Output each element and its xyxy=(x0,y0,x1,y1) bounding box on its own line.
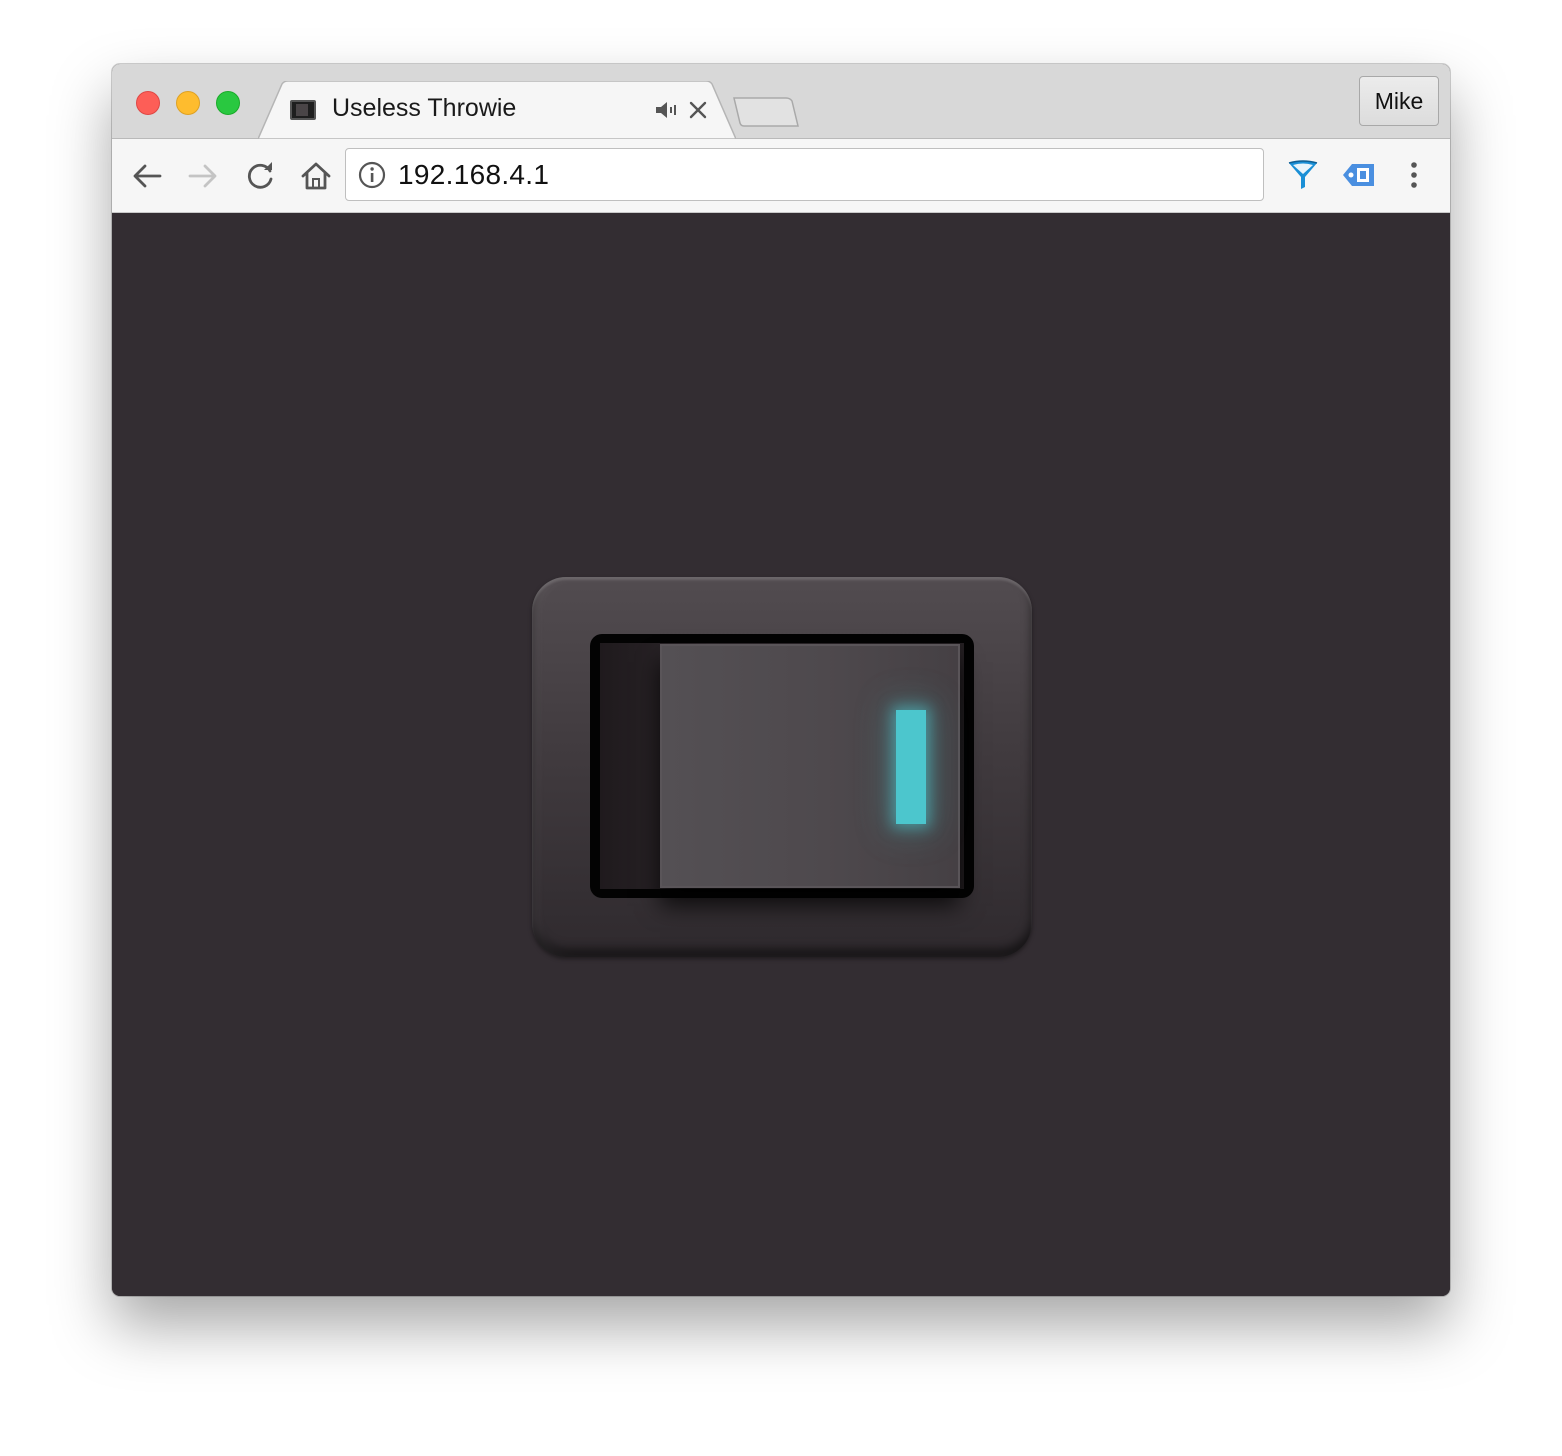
title-bar: Useless Throwie Mike xyxy=(112,64,1450,139)
tab-useless-throwie[interactable]: Useless Throwie xyxy=(258,81,736,139)
tag-extension-icon[interactable] xyxy=(1340,156,1378,194)
on-indicator-light xyxy=(896,710,926,824)
reload-icon[interactable] xyxy=(243,159,277,193)
vertical-dots-menu-icon[interactable] xyxy=(1395,156,1433,194)
rocker-switch-bezel xyxy=(532,577,1032,957)
new-tab-button[interactable] xyxy=(732,96,802,130)
browser-window: Useless Throwie Mike xyxy=(112,64,1450,1296)
rocker-switch-well xyxy=(590,634,974,898)
close-window-button[interactable] xyxy=(136,91,160,115)
home-icon[interactable] xyxy=(299,159,333,193)
address-bar[interactable] xyxy=(345,148,1264,201)
minimize-window-button[interactable] xyxy=(176,91,200,115)
close-icon[interactable] xyxy=(686,98,710,122)
back-arrow-icon[interactable] xyxy=(130,159,164,193)
profile-button[interactable]: Mike xyxy=(1359,76,1439,126)
speaker-icon[interactable] xyxy=(654,99,678,121)
info-icon[interactable] xyxy=(358,161,386,189)
rocker-switch-toggle[interactable] xyxy=(660,644,960,888)
toolbar xyxy=(112,139,1450,213)
funnel-extension-icon[interactable] xyxy=(1284,156,1322,194)
page-content xyxy=(112,213,1450,1296)
zoom-window-button[interactable] xyxy=(216,91,240,115)
tab-title: Useless Throwie xyxy=(332,94,517,122)
page-favicon-icon xyxy=(290,100,316,120)
url-input[interactable] xyxy=(398,159,1238,191)
forward-arrow-icon[interactable] xyxy=(186,159,220,193)
